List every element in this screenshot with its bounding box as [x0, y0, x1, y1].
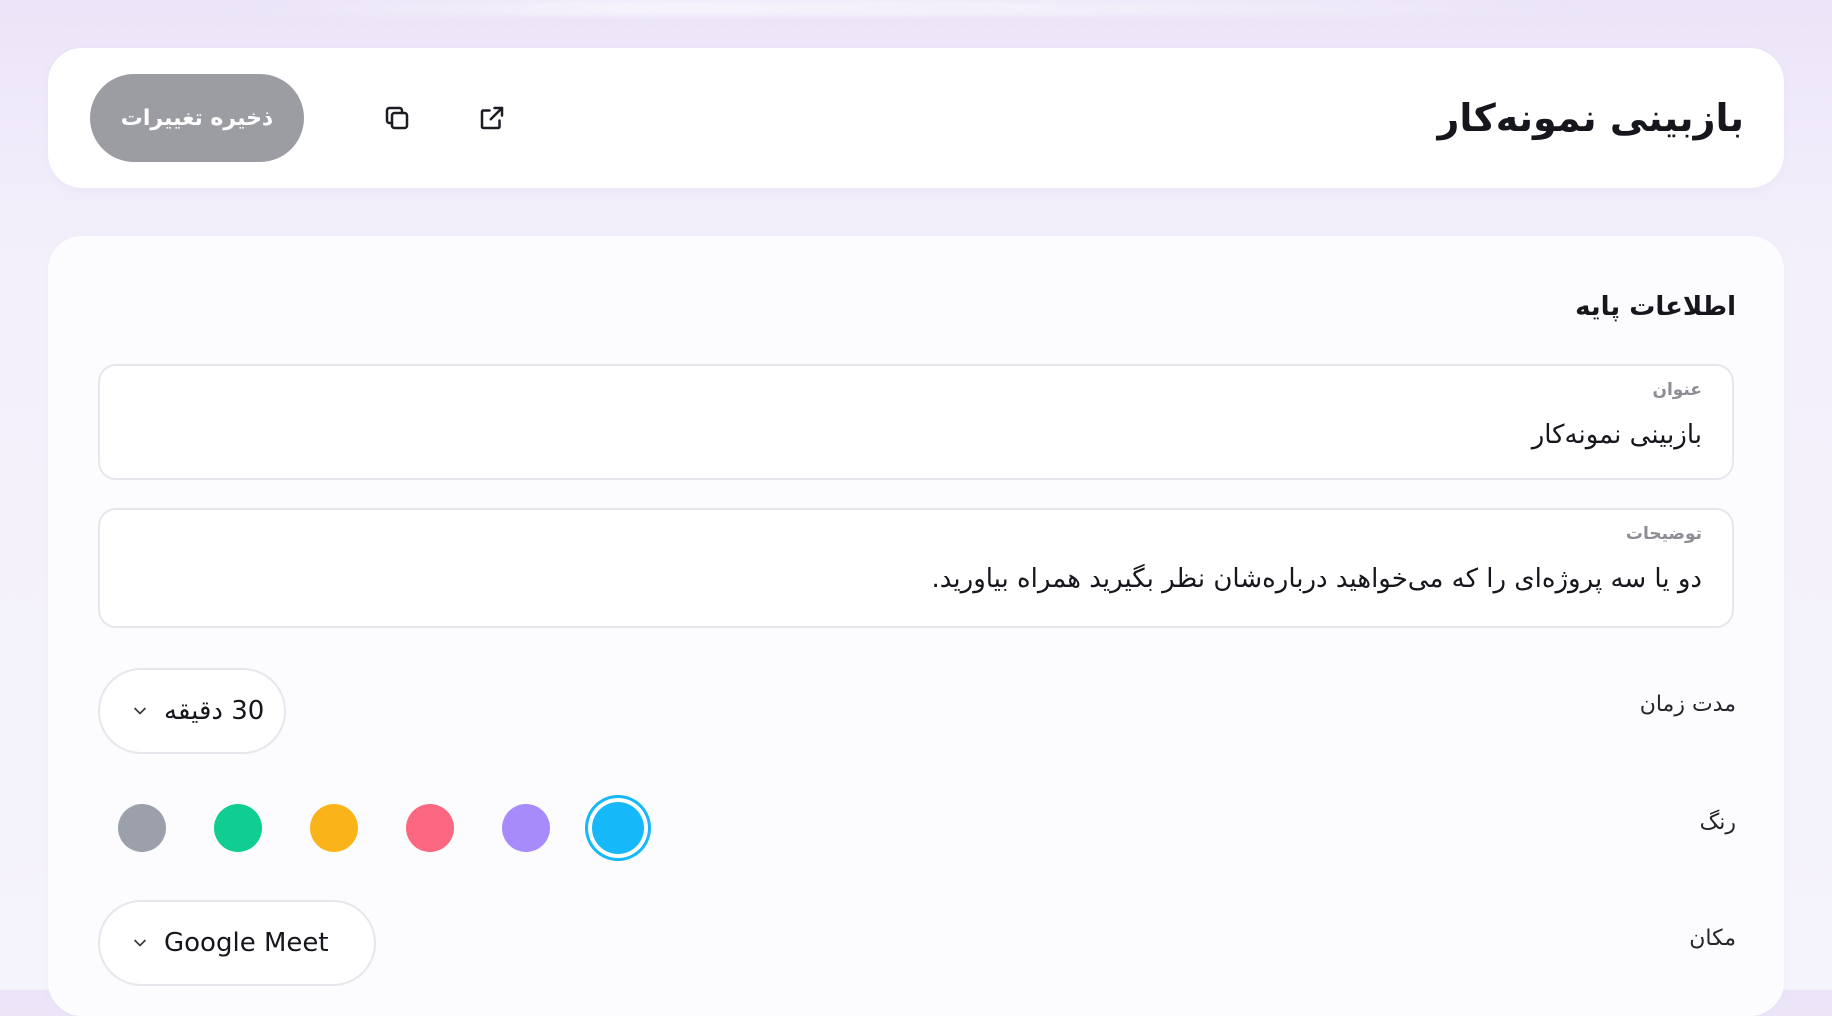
- color-swatch-green[interactable]: [214, 804, 262, 852]
- color-label: رنگ: [1699, 810, 1736, 835]
- header-bar: بازبینی نمونه‌کار ذخیره تغییرات: [48, 48, 1784, 188]
- duration-value: 30 دقیقه: [164, 696, 265, 726]
- title-input[interactable]: بازبینی نمونه‌کار: [1532, 420, 1702, 450]
- chevron-down-icon: [134, 939, 146, 947]
- color-swatch-amber[interactable]: [310, 804, 358, 852]
- location-label: مکان: [1689, 926, 1736, 951]
- chevron-down-icon: [134, 707, 146, 715]
- save-changes-button[interactable]: ذخیره تغییرات: [90, 74, 304, 162]
- duration-label: مدت زمان: [1639, 692, 1736, 717]
- title-field[interactable]: عنوان بازبینی نمونه‌کار: [98, 364, 1734, 480]
- color-swatch-blue[interactable]: [592, 802, 644, 854]
- description-field-label: توضیحات: [1625, 524, 1702, 544]
- title-field-label: عنوان: [1652, 380, 1702, 400]
- location-select[interactable]: Google Meet: [98, 900, 376, 986]
- copy-icon: [385, 106, 409, 130]
- description-field[interactable]: توضیحات دو یا سه پروژه‌ای را که می‌خواهی…: [98, 508, 1734, 628]
- location-value: Google Meet: [164, 928, 329, 958]
- color-swatch-pink[interactable]: [406, 804, 454, 852]
- duration-select[interactable]: 30 دقیقه: [98, 668, 286, 754]
- external-link-button[interactable]: [472, 98, 512, 138]
- background-sheen: [240, 0, 1580, 16]
- section-title: اطلاعات پایه: [1575, 292, 1736, 322]
- basic-info-card: اطلاعات پایه عنوان بازبینی نمونه‌کار توض…: [48, 236, 1784, 1016]
- external-link-icon: [480, 106, 504, 130]
- color-swatch-purple[interactable]: [502, 804, 550, 852]
- description-input[interactable]: دو یا سه پروژه‌ای را که می‌خواهید درباره…: [932, 564, 1703, 594]
- page-title: بازبینی نمونه‌کار: [1437, 96, 1744, 140]
- copy-button[interactable]: [377, 98, 417, 138]
- color-swatch-gray[interactable]: [118, 804, 166, 852]
